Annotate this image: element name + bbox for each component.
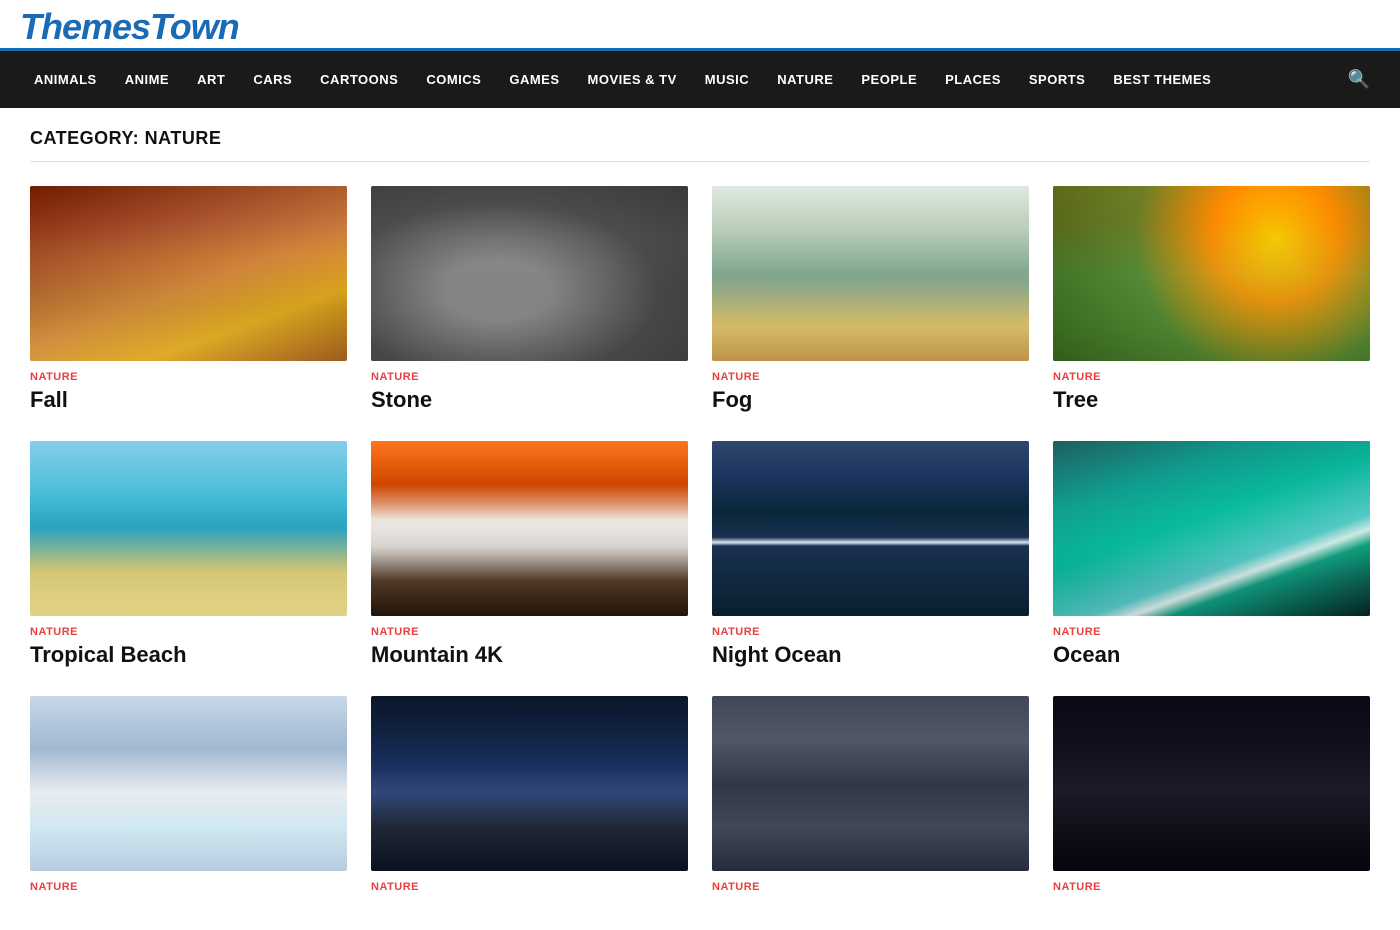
- card-item[interactable]: NATURE Night Ocean: [712, 441, 1029, 668]
- card-category-label: NATURE: [1053, 881, 1370, 893]
- card-image: [1053, 186, 1370, 361]
- card-category-label: NATURE: [371, 371, 688, 383]
- nav-item-games[interactable]: GAMES: [495, 54, 573, 105]
- card-item[interactable]: NATURE Fall: [30, 186, 347, 413]
- card-image: [30, 696, 347, 871]
- card-category-label: NATURE: [712, 626, 1029, 638]
- card-category-label: NATURE: [30, 881, 347, 893]
- card-item[interactable]: NATURE: [712, 696, 1029, 897]
- nav-item-nature[interactable]: NATURE: [763, 54, 847, 105]
- card-image: [1053, 696, 1370, 871]
- card-thumbnail: [712, 186, 1029, 361]
- card-category-label: NATURE: [1053, 626, 1370, 638]
- nav-item-anime[interactable]: ANIME: [111, 54, 183, 105]
- card-title: Tree: [1053, 387, 1370, 413]
- cards-grid: NATURE Fall NATURE Stone NATURE Fog NATU…: [30, 186, 1370, 897]
- card-category-label: NATURE: [712, 371, 1029, 383]
- nav-item-movies---tv[interactable]: MOVIES & TV: [574, 54, 691, 105]
- nav-item-cars[interactable]: CARS: [239, 54, 306, 105]
- card-item[interactable]: NATURE Fog: [712, 186, 1029, 413]
- card-image: [1053, 441, 1370, 616]
- main-nav: ANIMALSANIMEARTCARSCARTOONSCOMICSGAMESMO…: [0, 51, 1400, 108]
- card-title: Stone: [371, 387, 688, 413]
- card-title: Night Ocean: [712, 642, 1029, 668]
- card-category-label: NATURE: [30, 371, 347, 383]
- card-image: [371, 696, 688, 871]
- card-item[interactable]: NATURE Tropical Beach: [30, 441, 347, 668]
- nav-item-music[interactable]: MUSIC: [691, 54, 763, 105]
- nav-item-comics[interactable]: COMICS: [412, 54, 495, 105]
- card-category-label: NATURE: [712, 881, 1029, 893]
- card-thumbnail: [1053, 441, 1370, 616]
- card-item[interactable]: NATURE Mountain 4K: [371, 441, 688, 668]
- nav-item-places[interactable]: PLACES: [931, 54, 1015, 105]
- card-thumbnail: [30, 441, 347, 616]
- card-title: Fog: [712, 387, 1029, 413]
- card-category-label: NATURE: [30, 626, 347, 638]
- card-image: [30, 186, 347, 361]
- card-thumbnail: [1053, 696, 1370, 871]
- card-image: [712, 696, 1029, 871]
- page-title: CATEGORY: NATURE: [30, 128, 1370, 162]
- nav-item-sports[interactable]: SPORTS: [1015, 54, 1099, 105]
- nav-item-best-themes[interactable]: BEST THEMES: [1099, 54, 1225, 105]
- card-thumbnail: [30, 696, 347, 871]
- card-image: [371, 186, 688, 361]
- card-thumbnail: [1053, 186, 1370, 361]
- card-item[interactable]: NATURE Stone: [371, 186, 688, 413]
- card-item[interactable]: NATURE Ocean: [1053, 441, 1370, 668]
- card-thumbnail: [371, 696, 688, 871]
- card-image: [712, 441, 1029, 616]
- nav-item-people[interactable]: PEOPLE: [847, 54, 931, 105]
- card-image: [30, 441, 347, 616]
- card-thumbnail: [371, 441, 688, 616]
- card-thumbnail: [30, 186, 347, 361]
- logo-bar: ThemesTown: [0, 0, 1400, 51]
- card-category-label: NATURE: [371, 881, 688, 893]
- search-icon[interactable]: 🔍: [1338, 51, 1380, 108]
- card-item[interactable]: NATURE: [1053, 696, 1370, 897]
- card-title: Fall: [30, 387, 347, 413]
- card-title: Mountain 4K: [371, 642, 688, 668]
- nav-item-animals[interactable]: ANIMALS: [20, 54, 111, 105]
- card-category-label: NATURE: [1053, 371, 1370, 383]
- card-item[interactable]: NATURE Tree: [1053, 186, 1370, 413]
- content-area: CATEGORY: NATURE NATURE Fall NATURE Ston…: [0, 108, 1400, 917]
- nav-item-cartoons[interactable]: CARTOONS: [306, 54, 412, 105]
- card-thumbnail: [712, 696, 1029, 871]
- card-title: Ocean: [1053, 642, 1370, 668]
- card-item[interactable]: NATURE: [30, 696, 347, 897]
- card-category-label: NATURE: [371, 626, 688, 638]
- card-thumbnail: [712, 441, 1029, 616]
- site-logo[interactable]: ThemesTown: [20, 6, 239, 47]
- card-title: Tropical Beach: [30, 642, 347, 668]
- card-thumbnail: [371, 186, 688, 361]
- card-image: [371, 441, 688, 616]
- card-image: [712, 186, 1029, 361]
- card-item[interactable]: NATURE: [371, 696, 688, 897]
- nav-item-art[interactable]: ART: [183, 54, 239, 105]
